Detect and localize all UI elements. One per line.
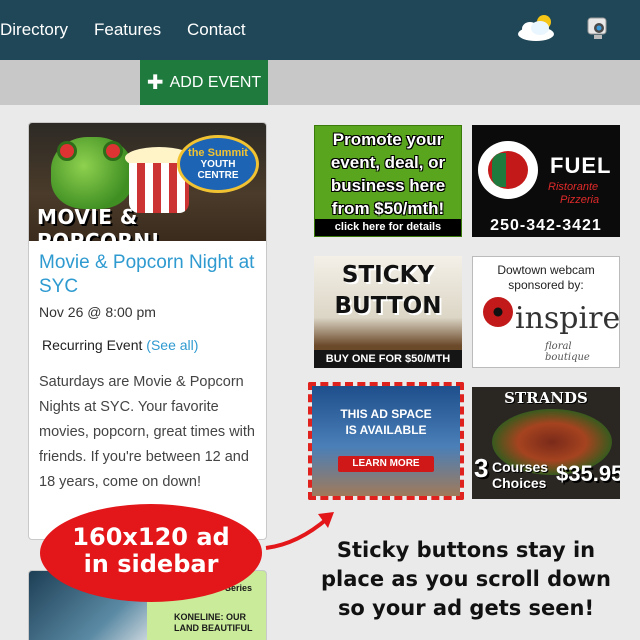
sticky-note-3: so your ad gets seen! <box>337 596 595 620</box>
weather-icon[interactable] <box>516 12 560 42</box>
see-all-link[interactable]: (See all) <box>146 337 198 353</box>
strands-number: 3 <box>474 453 489 483</box>
summit-youth-centre-logo: the Summit YOUTH CENTRE <box>177 135 259 193</box>
top-nav: Directory Features Contact <box>0 0 640 60</box>
promote-ad-details: click here for details <box>315 219 461 236</box>
flower-icon <box>483 297 513 327</box>
available-ad[interactable]: THIS AD SPACE IS AVAILABLE LEARN MORE <box>312 386 460 496</box>
strands-name: STRANDS <box>504 389 588 407</box>
nav-link-features[interactable]: Features <box>94 20 161 40</box>
nav-link-directory[interactable]: Directory <box>0 20 68 40</box>
recurring-event: Recurring Event (See all) <box>42 337 198 353</box>
sticky-title: STICKY BUTTON <box>314 260 462 322</box>
inspire-brand-sub: floral boutique <box>545 341 590 363</box>
fuel-sub-2: Pizzeria <box>560 194 600 206</box>
promote-ad[interactable]: Promote your event, deal, or business he… <box>314 125 462 237</box>
frog-eye <box>57 141 77 161</box>
event-image[interactable]: the Summit YOUTH CENTRE MOVIE & POPCORN! <box>29 123 266 241</box>
inspire-brand: inspire <box>515 301 620 336</box>
inspire-ad[interactable]: Dowtown webcam sponsored by: inspire flo… <box>472 256 620 368</box>
sticky-note-1: Sticky buttons stay in <box>336 538 596 562</box>
fuel-logo-green <box>492 153 506 187</box>
webcam-icon[interactable] <box>584 14 612 42</box>
sticky-buttons-note: Sticky buttons stay in place as you scro… <box>300 536 632 623</box>
logo-line-1: the Summit <box>188 146 248 159</box>
add-event-label: ADD EVENT <box>169 73 262 91</box>
logo-line-3: CENTRE <box>197 169 239 181</box>
fuel-name: FUEL <box>550 153 612 178</box>
event-card[interactable]: the Summit YOUTH CENTRE MOVIE & POPCORN!… <box>28 122 267 540</box>
promote-ad-text: Promote your event, deal, or business he… <box>330 130 446 218</box>
inspire-caption-2: sponsored by: <box>508 278 584 292</box>
frog-eye <box>103 141 123 161</box>
add-event-button[interactable]: ✚ ADD EVENT <box>140 60 268 105</box>
strands-choices-label: Choices <box>492 475 547 491</box>
sticky-title-2: BUTTON <box>334 293 442 319</box>
fuel-ad[interactable]: FUEL Ristorante Pizzeria 250-342-3421 <box>472 125 620 237</box>
available-line-1: THIS AD SPACE <box>340 407 432 421</box>
strands-ad[interactable]: STRANDS 3 Courses Choices $35.95 <box>472 387 620 499</box>
event-image-title: MOVIE & POPCORN! <box>37 205 161 241</box>
callout-line-2: in sidebar <box>83 550 219 578</box>
callout-line-1: 160x120 ad <box>72 523 230 551</box>
recurring-label: Recurring Event <box>42 337 143 353</box>
event-2-title: KONELINE: OUR LAND BEAUTIFUL <box>174 612 253 633</box>
available-text: THIS AD SPACE IS AVAILABLE <box>312 406 460 438</box>
sticky-title-1: STICKY <box>341 262 435 288</box>
inspire-caption-1: Dowtown webcam <box>497 263 595 277</box>
fuel-phone: 250-342-3421 <box>490 217 602 234</box>
sticky-note-2: place as you scroll down <box>320 567 611 591</box>
event-description: Saturdays are Movie & Popcorn Nights at … <box>39 374 255 490</box>
fuel-subtitle: Ristorante Pizzeria <box>548 181 599 207</box>
strands-courses-label: Courses <box>492 459 549 475</box>
sub-toolbar <box>0 60 640 105</box>
sticky-button-ad[interactable]: STICKY BUTTON BUY ONE FOR $50/MTH <box>314 256 462 368</box>
plus-icon: ✚ <box>146 72 164 94</box>
frog-figure <box>51 137 133 209</box>
ad-size-callout: 160x120 ad in sidebar <box>40 504 262 602</box>
available-line-2: IS AVAILABLE <box>345 423 427 437</box>
fuel-sub-1: Ristorante <box>548 181 599 193</box>
event-title-link[interactable]: Movie & Popcorn Night at SYC <box>39 251 259 299</box>
event-date: Nov 26 @ 8:00 pm <box>39 304 156 320</box>
learn-more-button[interactable]: LEARN MORE <box>338 456 434 472</box>
fuel-logo-icon <box>478 141 538 199</box>
inspire-caption: Dowtown webcam sponsored by: <box>473 263 619 293</box>
sticky-price-strip: BUY ONE FOR $50/MTH <box>314 350 462 368</box>
strands-courses: Courses Choices <box>492 459 548 491</box>
logo-line-2: YOUTH <box>200 158 236 170</box>
nav-link-contact[interactable]: Contact <box>187 20 246 40</box>
strands-price: $35.95 <box>556 461 620 486</box>
